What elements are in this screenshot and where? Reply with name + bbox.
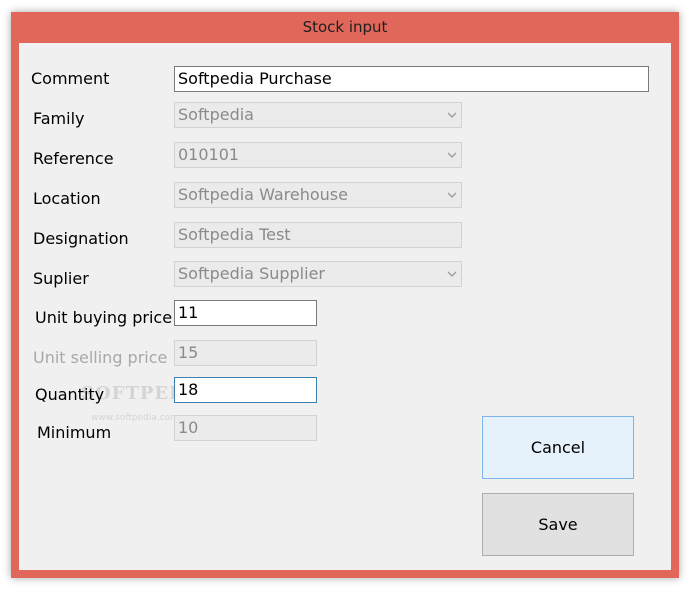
reference-label: Reference [33,149,114,168]
minimum-label: Minimum [37,423,112,442]
unit-selling-price-input[interactable]: 15 [174,340,317,366]
designation-input[interactable]: Softpedia Test [174,222,462,248]
chevron-down-icon [445,262,459,286]
reference-select[interactable]: 010101 [174,142,462,168]
location-select[interactable]: Softpedia Warehouse [174,182,462,208]
quantity-input[interactable]: 18 [174,377,317,403]
location-label: Location [33,189,101,208]
comment-label: Comment [31,69,110,88]
chevron-down-icon [445,103,459,127]
save-button[interactable]: Save [482,493,634,556]
comment-input[interactable]: Softpedia Purchase [174,66,649,92]
family-select[interactable]: Softpedia [174,102,462,128]
unit-buying-price-input[interactable]: 11 [174,300,317,326]
minimum-input[interactable]: 10 [174,415,317,441]
unit-buying-price-label: Unit buying price [35,308,173,327]
softpedia-watermark-url: www.softpedia.com [91,413,179,423]
supplier-label: Suplier [33,269,89,288]
chevron-down-icon [445,143,459,167]
reference-select-value: 010101 [178,145,240,164]
cancel-button[interactable]: Cancel [482,416,634,479]
supplier-select[interactable]: Softpedia Supplier [174,261,462,287]
form-panel: Comment Softpedia Purchase Family Softpe… [19,43,671,570]
stock-input-window: Stock input Comment Softpedia Purchase F… [11,12,679,578]
designation-label: Designation [33,229,129,248]
unit-selling-price-label: Unit selling price [33,348,168,367]
supplier-select-value: Softpedia Supplier [178,264,325,283]
location-select-value: Softpedia Warehouse [178,185,348,204]
family-label: Family [33,109,85,128]
family-select-value: Softpedia [178,105,254,124]
chevron-down-icon [445,183,459,207]
window-title: Stock input [302,18,388,36]
quantity-label: Quantity [35,385,105,404]
